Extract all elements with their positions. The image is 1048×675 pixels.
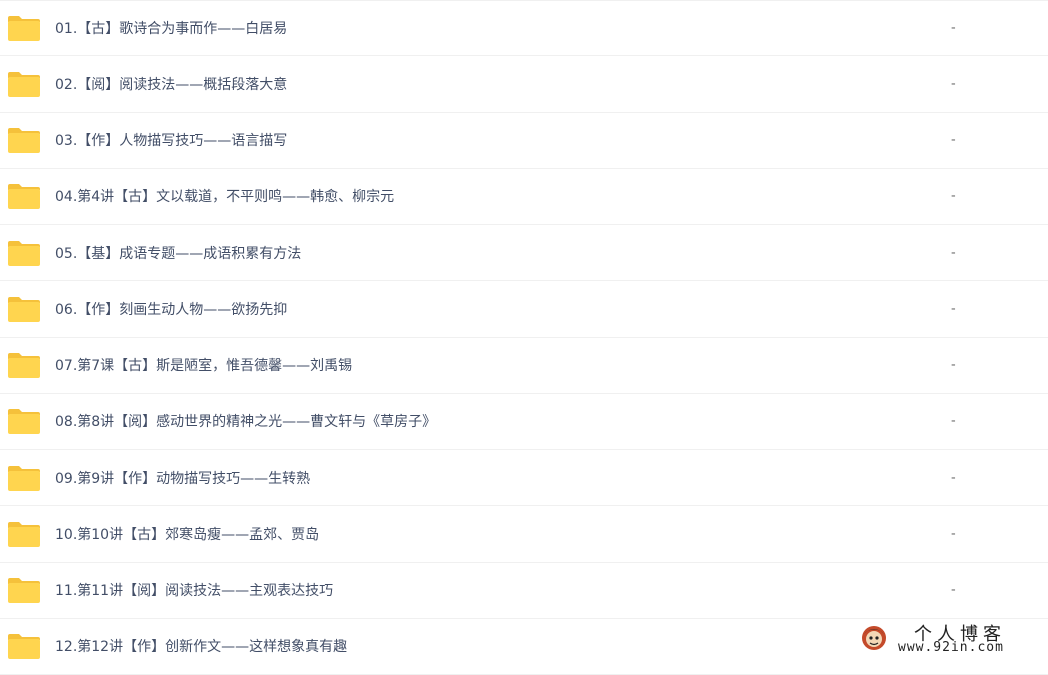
file-size: -	[951, 357, 956, 373]
folder-icon	[7, 464, 41, 492]
folder-icon	[7, 126, 41, 154]
file-size: -	[951, 526, 956, 542]
list-item[interactable]: 11.第11讲【阅】阅读技法——主观表达技巧 -	[0, 563, 1048, 619]
file-name[interactable]: 07.第7课【古】斯是陋室，惟吾德馨——刘禹锡	[55, 355, 352, 375]
list-item[interactable]: 08.第8讲【阅】感动世界的精神之光——曹文轩与《草房子》 -	[0, 394, 1048, 450]
file-name[interactable]: 02.【阅】阅读技法——概括段落大意	[55, 74, 287, 94]
folder-icon	[7, 182, 41, 210]
folder-icon	[7, 239, 41, 267]
file-name[interactable]: 01.【古】歌诗合为事而作——白居易	[55, 18, 287, 38]
list-item[interactable]: 09.第9讲【作】动物描写技巧——生转熟 -	[0, 450, 1048, 507]
list-item[interactable]: 04.第4讲【古】文以载道，不平则鸣——韩愈、柳宗元 -	[0, 169, 1048, 225]
file-size: -	[951, 470, 956, 486]
list-item[interactable]: 06.【作】刻画生动人物——欲扬先抑 -	[0, 281, 1048, 338]
list-item[interactable]: 10.第10讲【古】郊寒岛瘦——孟郊、贾岛 -	[0, 506, 1048, 563]
file-name[interactable]: 06.【作】刻画生动人物——欲扬先抑	[55, 299, 287, 319]
file-size: -	[951, 413, 956, 429]
file-list: 01.【古】歌诗合为事而作——白居易 -02.【阅】阅读技法——概括段落大意 -03…	[0, 0, 1048, 675]
watermark-url: www.92in.com	[898, 640, 1004, 655]
avatar	[860, 624, 888, 652]
file-size: -	[951, 188, 956, 204]
file-name[interactable]: 11.第11讲【阅】阅读技法——主观表达技巧	[55, 580, 333, 600]
file-size: -	[951, 301, 956, 317]
file-name[interactable]: 03.【作】人物描写技巧——语言描写	[55, 130, 287, 150]
file-name[interactable]: 09.第9讲【作】动物描写技巧——生转熟	[55, 468, 310, 488]
file-name[interactable]: 08.第8讲【阅】感动世界的精神之光——曹文轩与《草房子》	[55, 411, 436, 431]
file-size: -	[951, 76, 956, 92]
folder-icon	[7, 295, 41, 323]
file-name[interactable]: 12.第12讲【作】创新作文——这样想象真有趣	[55, 636, 347, 656]
list-item[interactable]: 05.【基】成语专题——成语积累有方法 -	[0, 225, 1048, 282]
file-name[interactable]: 10.第10讲【古】郊寒岛瘦——孟郊、贾岛	[55, 524, 319, 544]
file-size: -	[951, 245, 956, 261]
list-item[interactable]: 07.第7课【古】斯是陋室，惟吾德馨——刘禹锡 -	[0, 338, 1048, 394]
watermark: 个人博客 www.92in.com	[852, 620, 1048, 660]
folder-icon	[7, 632, 41, 660]
list-item[interactable]: 01.【古】歌诗合为事而作——白居易 -	[0, 0, 1048, 57]
folder-icon	[7, 407, 41, 435]
folder-icon	[7, 520, 41, 548]
folder-icon	[7, 576, 41, 604]
file-name[interactable]: 05.【基】成语专题——成语积累有方法	[55, 243, 301, 263]
list-item[interactable]: 03.【作】人物描写技巧——语言描写 -	[0, 113, 1048, 169]
list-item[interactable]: 02.【阅】阅读技法——概括段落大意 -	[0, 56, 1048, 113]
folder-icon	[7, 14, 41, 42]
folder-icon	[7, 351, 41, 379]
file-size: -	[951, 132, 956, 148]
file-size: -	[951, 20, 956, 36]
file-name[interactable]: 04.第4讲【古】文以载道，不平则鸣——韩愈、柳宗元	[55, 186, 394, 206]
folder-icon	[7, 70, 41, 98]
file-size: -	[951, 582, 956, 598]
